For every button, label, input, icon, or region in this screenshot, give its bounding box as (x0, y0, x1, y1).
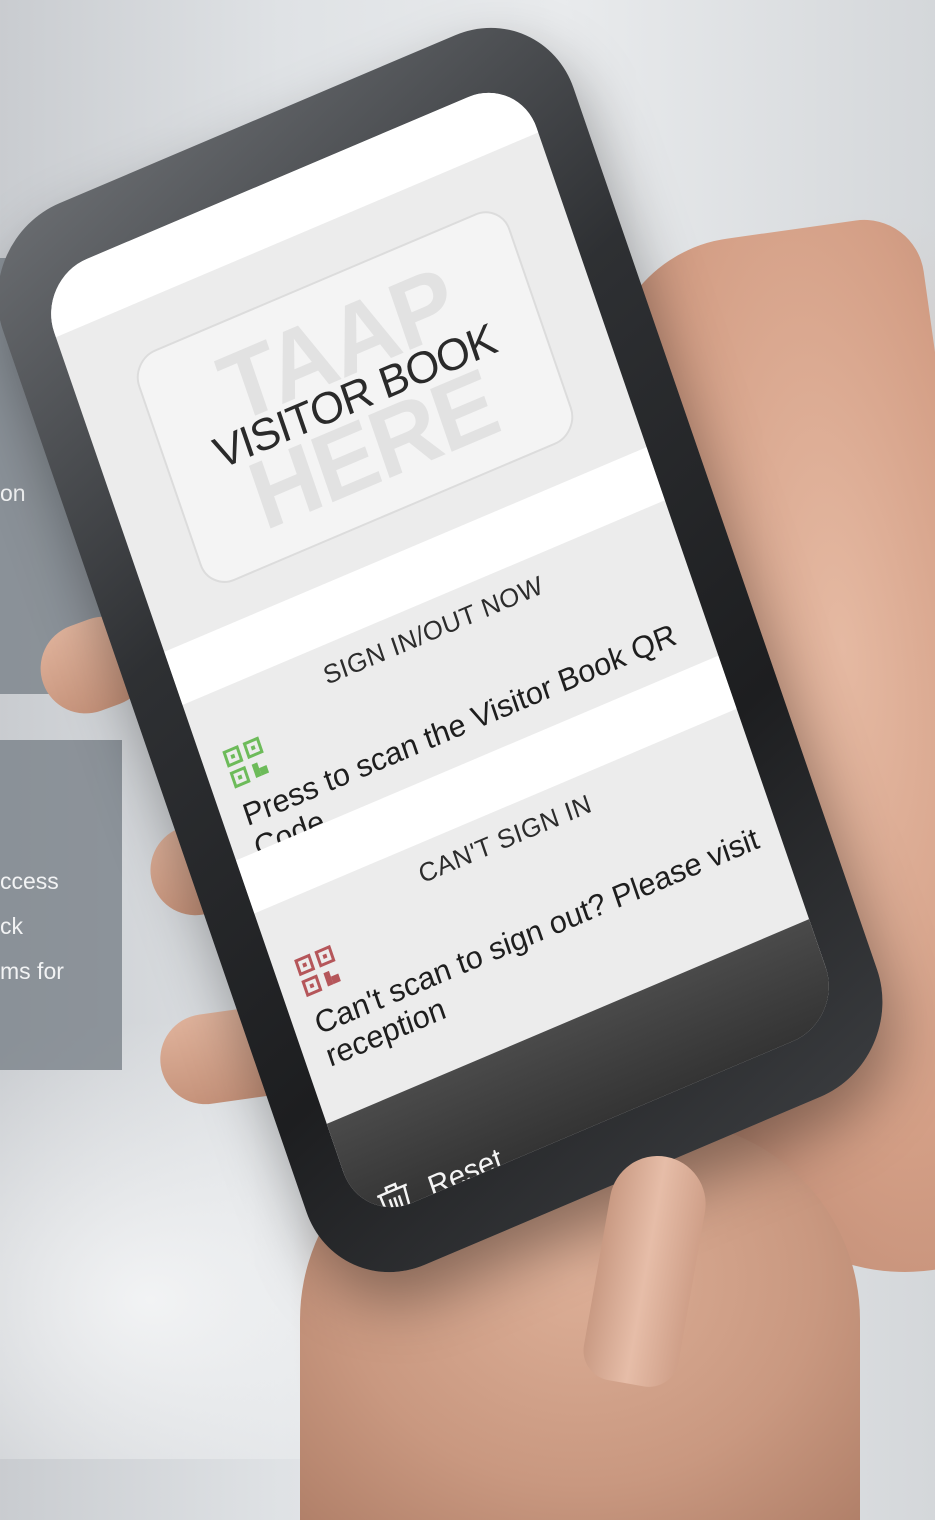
info-panel-bottom: ccess ck ms for (0, 740, 122, 1070)
info-panel-bottom-line-1: ccess (0, 868, 59, 894)
info-panel-top-text: on (0, 480, 26, 506)
qr-code-icon[interactable] (293, 944, 343, 998)
info-panel-bottom-line-2: ck (0, 913, 23, 939)
info-panel-bottom-line-3: ms for (0, 958, 64, 984)
qr-code-icon[interactable] (222, 736, 272, 790)
